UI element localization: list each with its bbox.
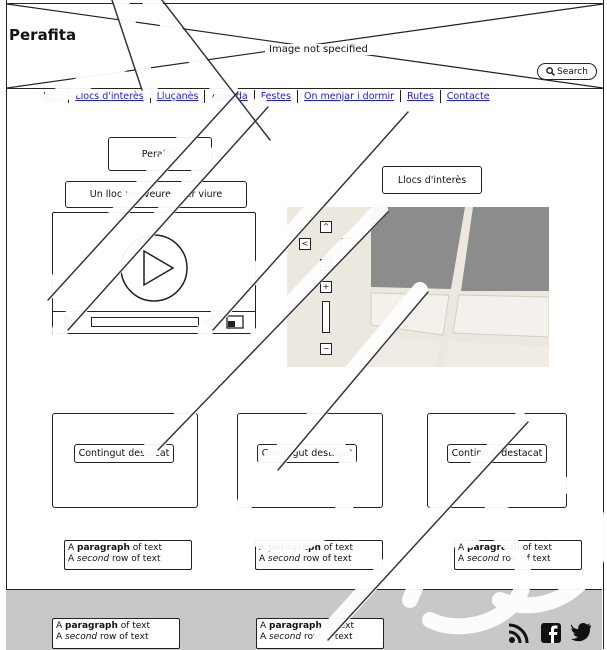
- video-controls: [53, 311, 255, 333]
- hero-subtitle: Un lloc per veure i per viure: [89, 189, 223, 200]
- featured-card-1[interactable]: Contingut destacat: [52, 413, 198, 508]
- nav-item-festes[interactable]: Festes: [255, 91, 297, 102]
- search-label: Search: [557, 66, 588, 77]
- map-pan-left-icon[interactable]: <: [299, 238, 311, 250]
- social-links: [508, 622, 592, 644]
- featured-label: Contingut destacat: [261, 448, 353, 459]
- volume-icon[interactable]: [205, 315, 219, 329]
- nav-item-llucanes[interactable]: Lluçanès: [151, 91, 205, 102]
- featured-card-2[interactable]: Contingut destacat: [237, 413, 383, 508]
- video-progress-bar[interactable]: [91, 317, 199, 327]
- map-title: Llocs d'interès: [397, 174, 467, 186]
- paragraph-block-3: A paragraph of text A second row of text: [454, 540, 582, 570]
- map-zoom-in-icon[interactable]: +: [320, 281, 332, 293]
- hero-subtitle-box: Un lloc per veure i per viure: [65, 181, 247, 208]
- site-title[interactable]: Perafita: [9, 26, 77, 44]
- featured-label-box: Contingut destacat: [74, 444, 174, 463]
- featured-label-box: Contingut destacat: [257, 444, 357, 463]
- video-player[interactable]: [52, 212, 256, 334]
- featured-label: Contingut destacat: [78, 448, 170, 459]
- map-zoom-slider[interactable]: [322, 301, 330, 333]
- footer-paragraph-2: A paragraph of text A second row of text: [256, 618, 384, 649]
- paragraph-block-1: A paragraph of text A second row of text: [64, 540, 192, 570]
- rss-icon[interactable]: [508, 622, 532, 644]
- nav-item-agenda[interactable]: Agenda: [205, 91, 253, 102]
- image-caption: Image not specified: [265, 44, 372, 55]
- map-pan-up-icon[interactable]: ^: [320, 221, 332, 233]
- main-nav: Inici Llocs d'interès Lluçanès Agenda Fe…: [37, 90, 496, 103]
- map-title-box: Llocs d'interès: [382, 166, 482, 194]
- play-icon[interactable]: [119, 233, 189, 303]
- nav-item-inici[interactable]: Inici: [37, 91, 68, 102]
- featured-label-box: Contingut destacat: [447, 444, 547, 463]
- map-pan-down-icon[interactable]: v: [320, 259, 332, 271]
- hero-title: Perafita: [141, 148, 179, 160]
- nav-item-contacte[interactable]: Contacte: [441, 91, 496, 102]
- header-image-placeholder: Perafita Image not specified Search: [6, 3, 604, 89]
- featured-card-3[interactable]: Contingut destacat: [427, 413, 567, 508]
- search-icon: [546, 67, 555, 76]
- nav-item-llocs-interes[interactable]: Llocs d'interès: [69, 91, 149, 102]
- hero-title-box: Perafita: [108, 137, 212, 171]
- nav-item-rutes[interactable]: Rutes: [401, 91, 440, 102]
- footer-paragraph-1: A paragraph of text A second row of text: [52, 618, 180, 649]
- fullscreen-icon[interactable]: [226, 315, 244, 329]
- paragraph-block-2: A paragraph of text A second row of text: [255, 540, 383, 570]
- nav-item-on-menjar[interactable]: On menjar i dormir: [298, 91, 400, 102]
- featured-label: Contingut destacat: [451, 448, 543, 459]
- play-small-icon[interactable]: [63, 315, 77, 329]
- map-pan-right-icon[interactable]: >: [341, 238, 353, 250]
- facebook-icon[interactable]: [540, 622, 562, 644]
- search-button[interactable]: Search: [537, 63, 597, 80]
- map-widget[interactable]: ^ < > v + −: [287, 207, 549, 367]
- map-zoom-out-icon[interactable]: −: [320, 343, 332, 355]
- twitter-icon[interactable]: [570, 622, 592, 642]
